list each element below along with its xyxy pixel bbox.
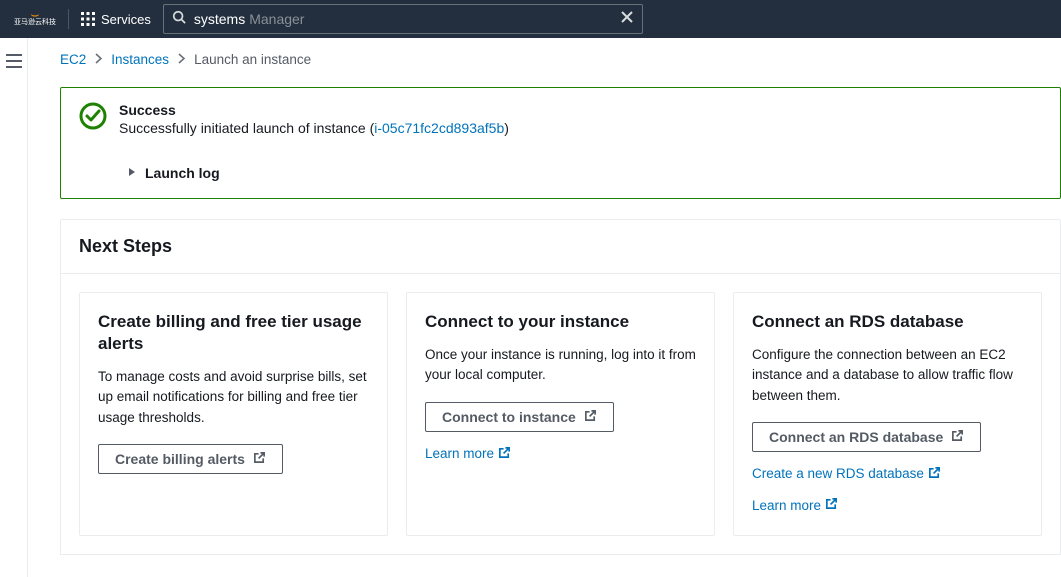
main-content: EC2 Instances Launch an instance Success…: [28, 38, 1061, 577]
connect-to-instance-button[interactable]: Connect to instance: [425, 402, 614, 432]
success-check-icon: [79, 102, 107, 182]
alert-message: Successfully initiated launch of instanc…: [119, 120, 1042, 136]
learn-more-link[interactable]: Learn more: [425, 446, 511, 462]
external-link-icon: [825, 497, 838, 513]
breadcrumb-instances[interactable]: Instances: [111, 52, 169, 67]
card-desc: Once your instance is running, log into …: [425, 345, 696, 386]
breadcrumb: EC2 Instances Launch an instance: [60, 52, 1061, 67]
chevron-right-icon: [95, 52, 102, 67]
success-alert: Success Successfully initiated launch of…: [60, 87, 1061, 199]
search-placeholder-suffix: Manager: [249, 11, 304, 27]
external-link-icon: [951, 429, 964, 445]
external-link-icon: [253, 451, 266, 467]
external-link-icon: [928, 466, 941, 482]
search-icon: [172, 10, 186, 29]
grid-icon: [81, 12, 95, 26]
create-new-rds-link[interactable]: Create a new RDS database: [752, 466, 941, 482]
create-billing-alerts-button[interactable]: Create billing alerts: [98, 444, 283, 474]
breadcrumb-current: Launch an instance: [194, 52, 311, 67]
launch-log-toggle[interactable]: Launch log: [127, 164, 1042, 182]
breadcrumb-ec2[interactable]: EC2: [60, 52, 86, 67]
next-steps-cards: Create billing and free tier usage alert…: [60, 273, 1061, 555]
launch-log-label: Launch log: [145, 165, 220, 181]
card-desc: Configure the connection between an EC2 …: [752, 345, 1023, 406]
card-connect-instance: Connect to your instance Once your insta…: [406, 292, 715, 536]
aws-logo[interactable]: ⌣ 亚马逊云科技: [10, 9, 69, 29]
services-label: Services: [101, 12, 151, 27]
learn-more-link[interactable]: Learn more: [752, 497, 1023, 513]
card-billing-alerts: Create billing and free tier usage alert…: [79, 292, 388, 536]
external-link-icon: [498, 446, 511, 462]
card-connect-rds: Connect an RDS database Configure the co…: [733, 292, 1042, 536]
top-nav: ⌣ 亚马逊云科技 Services systems Manager: [0, 0, 1061, 38]
card-desc: To manage costs and avoid surprise bills…: [98, 367, 369, 428]
card-title: Create billing and free tier usage alert…: [98, 311, 369, 355]
clear-search-icon[interactable]: [620, 10, 634, 29]
sidebar-rail: [0, 38, 28, 577]
caret-right-icon: [127, 164, 137, 182]
card-title: Connect an RDS database: [752, 311, 1023, 333]
card-title: Connect to your instance: [425, 311, 696, 333]
chevron-right-icon: [178, 52, 185, 67]
services-menu-button[interactable]: Services: [81, 12, 151, 27]
connect-rds-button[interactable]: Connect an RDS database: [752, 422, 981, 452]
alert-title: Success: [119, 102, 1042, 118]
hamburger-icon[interactable]: [6, 54, 22, 577]
instance-id-link[interactable]: i-05c71fc2cd893af5b: [374, 120, 504, 136]
next-steps-title: Next Steps: [60, 219, 1061, 273]
search-input[interactable]: systems Manager: [163, 4, 643, 34]
external-link-icon: [584, 409, 597, 425]
search-typed-text: systems: [194, 11, 245, 27]
